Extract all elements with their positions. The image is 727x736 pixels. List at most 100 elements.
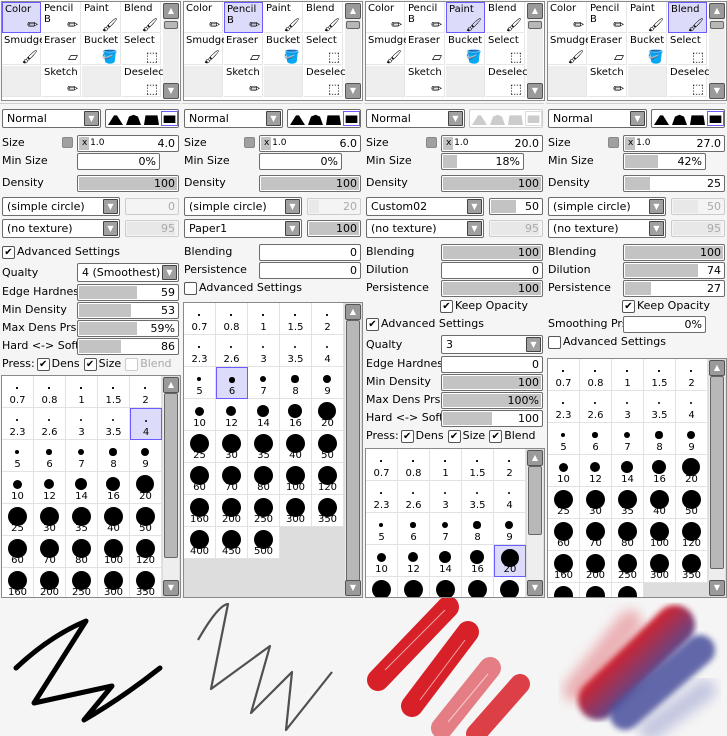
brush-size-preset[interactable]: 400 — [184, 527, 216, 559]
brush-size-preset[interactable]: 9 — [676, 423, 708, 455]
brush-size-preset[interactable]: 20 — [130, 472, 162, 504]
brush-size-preset[interactable]: 9 — [312, 367, 344, 399]
brush-size-preset[interactable]: 35 — [430, 577, 462, 597]
advanced-settings-checkbox[interactable]: ✔ — [366, 317, 379, 331]
qualty-select[interactable]: 3 ▼ — [441, 335, 543, 354]
brush-size-preset[interactable]: 4 — [676, 391, 708, 423]
pressure-size-checkbox[interactable]: ✔ — [447, 429, 461, 443]
pressure-size-toggle[interactable]: ✔ Size — [83, 357, 121, 371]
min-density-slider[interactable]: 100 — [441, 374, 543, 391]
size-range-button[interactable] — [426, 137, 437, 148]
tool-deselect[interactable]: Deselect ⬚ — [122, 66, 168, 97]
brush-size-preset[interactable]: 250 — [66, 568, 98, 597]
tool-color[interactable]: Color ✏ — [548, 2, 587, 33]
brush-size-preset[interactable]: 1 — [248, 303, 280, 335]
blending-slider[interactable]: 100 — [623, 244, 725, 261]
tool-deselect[interactable]: Deselect ⬚ — [668, 66, 714, 97]
advanced-settings-checkbox[interactable]: ✔ — [2, 245, 15, 259]
brush-size-preset[interactable]: 120 — [676, 519, 708, 551]
brush-size-preset[interactable]: 3.5 — [462, 481, 494, 513]
brush-size-preset[interactable]: 1 — [66, 376, 98, 408]
brush-size-preset[interactable]: 300 — [98, 568, 130, 597]
texture-select[interactable]: Paper1 ▼ — [184, 219, 302, 238]
scroll-up-button[interactable]: ▲ — [709, 360, 725, 376]
brush-edge-shape-3[interactable] — [325, 111, 342, 126]
brush-size-preset[interactable]: 80 — [248, 463, 280, 495]
brush-size-preset[interactable]: 5 — [366, 513, 398, 545]
brush-size-preset[interactable]: 30 — [398, 577, 430, 597]
scroll-down-button[interactable]: ▼ — [709, 580, 725, 596]
density-slider[interactable]: 100 — [441, 175, 543, 192]
brush-edge-shape-4[interactable] — [707, 111, 724, 126]
chevron-down-icon[interactable]: ▼ — [103, 199, 118, 214]
hard-soft-slider[interactable]: 100 — [441, 410, 543, 427]
brush-size-preset[interactable]: 60 — [548, 519, 580, 551]
brush-size-preset[interactable]: 16 — [644, 455, 676, 487]
scroll-thumb[interactable] — [164, 393, 178, 558]
keep-opacity-checkbox-row[interactable]: ✔ Keep Opacity — [622, 299, 710, 313]
brush-edge-shape-2[interactable] — [307, 111, 324, 126]
brush-size-preset[interactable]: 40 — [98, 504, 130, 536]
tool-eraser[interactable]: Eraser ▱ — [588, 34, 627, 65]
brush-size-preset[interactable]: 6 — [580, 423, 612, 455]
brush-size-preset[interactable]: 12 — [34, 472, 66, 504]
brush-shape-select[interactable]: Custom02 ▼ — [366, 197, 484, 216]
persistence-slider[interactable]: 27 — [623, 280, 725, 297]
brush-size-preset[interactable]: 16 — [98, 472, 130, 504]
tool-blend[interactable]: Blend 🖌 — [486, 2, 525, 33]
tool-pencil[interactable]: Pencil B ✏ — [588, 2, 627, 33]
blend-mode-select[interactable]: Normal ▼ — [548, 109, 647, 128]
brush-size-preset[interactable]: 14 — [430, 545, 462, 577]
brush-size-preset[interactable]: 0.8 — [34, 376, 66, 408]
tool-paint[interactable]: Paint 🖌 — [82, 2, 121, 33]
scroll-thumb[interactable] — [710, 21, 724, 29]
brush-size-preset[interactable]: 120 — [312, 463, 344, 495]
brush-size-preset[interactable]: 6 — [398, 513, 430, 545]
brush-shape-select[interactable]: (simple circle) ▼ — [184, 197, 302, 216]
size-slider[interactable]: 4.0 x 1.0 — [77, 135, 179, 152]
scroll-up-button[interactable]: ▲ — [163, 377, 179, 393]
brush-size-preset[interactable]: 350 — [130, 568, 162, 597]
tool-blend[interactable]: Blend 🖌 — [668, 2, 707, 33]
brush-size-preset[interactable]: 1 — [430, 449, 462, 481]
brush-size-preset[interactable]: 20 — [676, 455, 708, 487]
scrollbar[interactable]: ▲ ▼ — [345, 304, 361, 596]
pressure-size-toggle[interactable]: ✔ Size — [447, 429, 485, 443]
tool-paint[interactable]: Paint 🖌 — [446, 2, 485, 33]
brush-size-preset[interactable]: 16 — [280, 399, 312, 431]
brush-size-preset[interactable]: 6 — [216, 367, 248, 399]
tool-paint[interactable]: Paint 🖌 — [264, 2, 303, 33]
brush-size-preset[interactable]: 1.5 — [280, 303, 312, 335]
scroll-thumb[interactable] — [164, 21, 178, 29]
max-dens-prs-slider[interactable]: 59% — [77, 320, 179, 337]
brush-size-preset[interactable]: 400 — [548, 583, 580, 597]
advanced-settings-checkbox-row[interactable]: Advanced Settings — [548, 335, 666, 349]
persistence-slider[interactable]: 100 — [441, 280, 543, 297]
scroll-thumb[interactable] — [528, 21, 542, 29]
tool-pencil[interactable]: Pencil B ✏ — [42, 2, 81, 33]
tool-color[interactable]: Color ✏ — [184, 2, 223, 33]
advanced-settings-checkbox[interactable] — [184, 281, 197, 295]
brush-size-preset[interactable]: 7 — [66, 440, 98, 472]
brush-size-preset[interactable]: 200 — [216, 495, 248, 527]
blend-mode-select[interactable]: Normal ▼ — [366, 109, 465, 128]
brush-size-preset[interactable]: 35 — [248, 431, 280, 463]
density-slider[interactable]: 100 — [259, 175, 361, 192]
brush-size-preset[interactable]: 1.5 — [462, 449, 494, 481]
size-range-button[interactable] — [244, 137, 255, 148]
qualty-select[interactable]: 4 (Smoothest) ▼ — [77, 263, 179, 282]
brush-size-preset[interactable]: 20 — [312, 399, 344, 431]
brush-size-preset[interactable]: 40 — [280, 431, 312, 463]
brush-size-preset[interactable]: 8 — [280, 367, 312, 399]
dilution-slider[interactable]: 74 — [623, 262, 725, 279]
pressure-dens-toggle[interactable]: ✔ Dens — [36, 357, 80, 371]
tool-deselect[interactable]: Deselect ⬚ — [304, 66, 350, 97]
scroll-down-button[interactable]: ▼ — [527, 83, 543, 99]
brush-size-preset[interactable]: 2 — [494, 449, 526, 481]
brush-size-preset[interactable]: 16 — [462, 545, 494, 577]
brush-size-preset[interactable]: 2.3 — [2, 408, 34, 440]
tool-eraser[interactable]: Eraser ▱ — [224, 34, 263, 65]
chevron-down-icon[interactable]: ▼ — [630, 111, 645, 126]
brush-size-preset[interactable]: 4 — [130, 408, 162, 440]
brush-size-preset[interactable]: 10 — [548, 455, 580, 487]
